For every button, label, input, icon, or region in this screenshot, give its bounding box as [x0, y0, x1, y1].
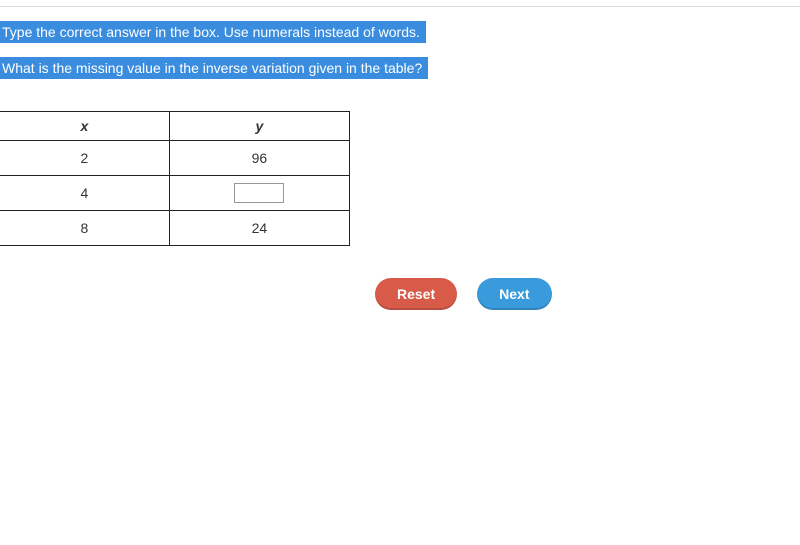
table-row: 2 96: [0, 141, 350, 176]
cell-x: 2: [0, 141, 169, 176]
header-y: y: [169, 112, 349, 141]
cell-y: 96: [169, 141, 349, 176]
table-row: 4: [0, 176, 350, 211]
header-x: x: [0, 112, 169, 141]
cell-x: 4: [0, 176, 169, 211]
table-row: 8 24: [0, 211, 350, 246]
cell-y: 24: [169, 211, 349, 246]
next-button[interactable]: Next: [477, 278, 551, 310]
cell-x: 8: [0, 211, 169, 246]
reset-button[interactable]: Reset: [375, 278, 457, 310]
instruction-line-1: Type the correct answer in the box. Use …: [0, 21, 426, 43]
table-header-row: x y: [0, 112, 350, 141]
question-content: Type the correct answer in the box. Use …: [0, 7, 800, 310]
variation-table: x y 2 96 4 8 24: [0, 111, 350, 246]
cell-y-input: [169, 176, 349, 211]
button-row: Reset Next: [375, 278, 800, 310]
answer-input[interactable]: [234, 183, 284, 203]
instruction-line-2: What is the missing value in the inverse…: [0, 57, 428, 79]
